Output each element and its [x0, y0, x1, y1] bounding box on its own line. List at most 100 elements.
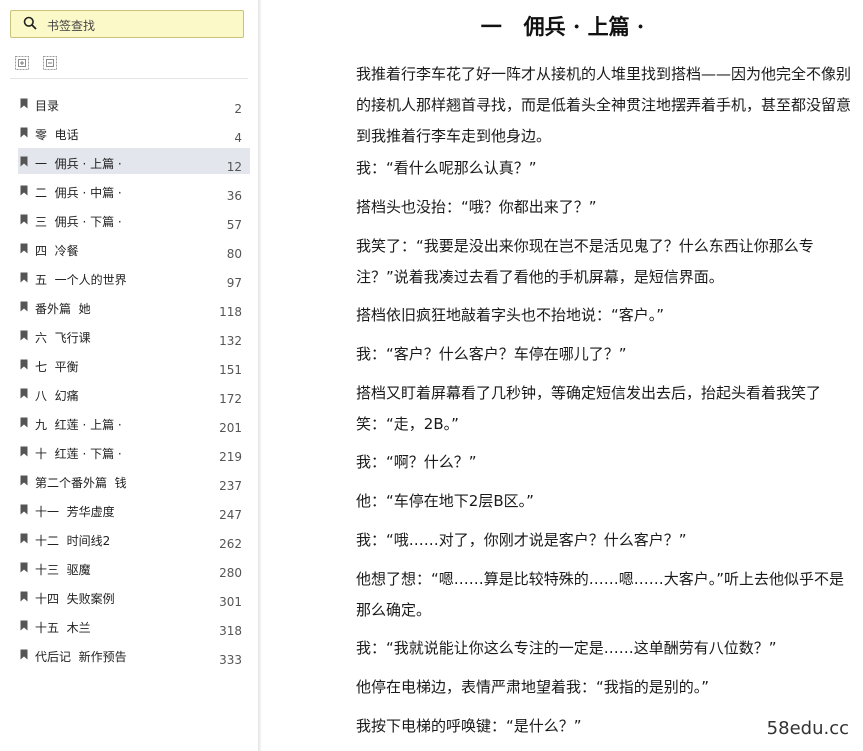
toc-item-page: 36 [226, 189, 242, 203]
bookmark-icon [20, 649, 28, 660]
toc-item[interactable]: 十二 时间线2 262 [18, 525, 250, 551]
toc-item-page: 2 [234, 102, 242, 116]
bookmark-icon [20, 301, 28, 312]
bookmark-icon [20, 591, 28, 602]
bookmark-icon [20, 156, 28, 167]
toc-item-page: 97 [226, 276, 242, 290]
bookmark-icon [20, 98, 28, 109]
watermark-text: 58edu.cc [766, 718, 849, 739]
paragraph: 他想了想：“嗯……算是比较特殊的……嗯……大客户。”听上去他似乎不是那么确定。 [356, 570, 845, 619]
toc-item-page: 333 [219, 653, 242, 667]
toc-item[interactable]: 九 红莲 · 上篇 · 201 [18, 409, 250, 435]
bookmark-icon [20, 388, 28, 399]
toc-item-page: 262 [219, 537, 242, 551]
bookmark-icon [20, 620, 28, 631]
bookmark-icon [20, 533, 28, 544]
toc-item[interactable]: 目录 2 [18, 90, 250, 116]
toc-item-label: 代后记 新作预告 [35, 650, 127, 664]
bookmark-icon [20, 504, 28, 515]
toc-item-label: 七 平衡 [35, 360, 79, 374]
toc-item[interactable]: 二 佣兵 · 中篇 · 36 [18, 177, 250, 203]
toc-item-page: 237 [219, 479, 242, 493]
bookmark-icon [20, 330, 28, 341]
toc-item[interactable]: 四 冷餐 80 [18, 235, 250, 261]
search-placeholder: 书签查找 [47, 19, 96, 33]
toc-item-page: 247 [219, 508, 242, 522]
expand-all-icon[interactable] [14, 55, 30, 71]
toc-item-label: 十二 时间线2 [35, 534, 111, 548]
chapter-title: 一 佣兵 · 上篇 · [480, 14, 645, 39]
toc-item-label: 二 佣兵 · 中篇 · [35, 186, 122, 200]
paragraph: 我：“哦……对了，你刚才说是客户？什么客户？” [356, 531, 687, 549]
toc-item-page: 280 [219, 566, 242, 580]
toc-item-label: 六 飞行课 [35, 331, 91, 345]
toc-item-label: 一 佣兵 · 上篇 · [35, 157, 122, 171]
bookmark-icon [20, 185, 28, 196]
bookmark-icon [20, 562, 28, 573]
toc-item-label: 九 红莲 · 上篇 · [35, 418, 122, 432]
paragraph: 他：“车停在地下2层B区。” [356, 492, 534, 510]
toc-item[interactable]: 六 飞行课 132 [18, 322, 250, 348]
toc-item[interactable]: 八 幻痛 172 [18, 380, 250, 406]
paragraph: 我：“啊？什么？” [356, 453, 477, 471]
toc-item-label: 五 一个人的世界 [35, 273, 127, 287]
toc-item-label: 目录 [35, 99, 60, 113]
toc-item-page: 201 [219, 421, 242, 435]
paragraph: 我：“客户？什么客户？车停在哪儿了？” [356, 345, 627, 363]
toc-item-page: 318 [219, 624, 242, 638]
bookmark-icon [20, 446, 28, 457]
paragraph: 搭档又盯着屏幕看了几秒钟，等确定短信发出去后，抬起头看着我笑了笑：“走，2B。” [356, 384, 822, 433]
toc-item-page: 219 [219, 450, 242, 464]
toc-item[interactable]: 一 佣兵 · 上篇 · 12 [18, 148, 250, 174]
toc-item[interactable]: 十五 木兰 318 [18, 612, 250, 638]
toc-item-label: 十 红莲 · 下篇 · [35, 447, 122, 461]
toc-item[interactable]: 十一 芳华虚度 247 [18, 496, 250, 522]
collapse-all-icon[interactable] [42, 55, 58, 71]
bookmark-icon [20, 214, 28, 225]
bookmark-search-input[interactable]: 书签查找 [10, 10, 244, 38]
toc-item-label: 十三 驱魔 [35, 563, 91, 577]
document-page: 一 佣兵 · 上篇 · 我推着行李车花了好一阵才从接机的人堆里找到搭档——因为他… [262, 0, 863, 751]
sidebar-divider [10, 78, 248, 79]
toc-item-page: 151 [219, 363, 242, 377]
bookmark-icon [20, 475, 28, 486]
toc-item-page: 4 [234, 131, 242, 145]
toc-item[interactable]: 七 平衡 151 [18, 351, 250, 377]
toc-item-label: 第二个番外篇 钱 [35, 476, 127, 490]
toc-item-page: 118 [219, 305, 242, 319]
bookmark-icon [20, 359, 28, 370]
toc-item-label: 十一 芳华虚度 [35, 505, 115, 519]
toc-item[interactable]: 十 红莲 · 下篇 · 219 [18, 438, 250, 464]
toc-item-label: 番外篇 她 [35, 302, 91, 316]
paragraph: 我推着行李车花了好一阵才从接机的人堆里找到搭档——因为他完全不像别的接机人那样翘… [356, 65, 852, 145]
toc-item-page: 132 [219, 334, 242, 348]
paragraph: 搭档依旧疯狂地敲着字头也不抬地说：“客户。” [356, 306, 665, 324]
paragraph: 我：“我就说能让你这么专注的一定是……这单酬劳有八位数？” [356, 639, 777, 657]
toc-item-page: 301 [219, 595, 242, 609]
bookmark-icon [20, 417, 28, 428]
toc-item-label: 零 电话 [35, 128, 79, 142]
toc-item-label: 四 冷餐 [35, 244, 79, 258]
toc-item[interactable]: 十三 驱魔 280 [18, 554, 250, 580]
toc-item-label: 八 幻痛 [35, 389, 79, 403]
paragraph: 我：“看什么呢那么认真？” [356, 159, 537, 177]
toc-item-page: 12 [226, 160, 242, 174]
toc-item-label: 十四 失败案例 [35, 592, 115, 606]
toc-item[interactable]: 三 佣兵 · 下篇 · 57 [18, 206, 250, 232]
bookmark-icon [20, 272, 28, 283]
toc-item[interactable]: 十四 失败案例 301 [18, 583, 250, 609]
toc-item-label: 三 佣兵 · 下篇 · [35, 215, 122, 229]
paragraph: 他停在电梯边，表情严肃地望着我：“我指的是别的。” [356, 678, 710, 696]
toc-item[interactable]: 代后记 新作预告 333 [18, 641, 250, 667]
bookmark-panel: 书签查找 目录 2 零 电话 4 一 佣兵 · 上篇 · 12 二 佣兵 · 中篇 · 36 三… [0, 0, 259, 751]
toc-item[interactable]: 五 一个人的世界 97 [18, 264, 250, 290]
search-icon [23, 16, 37, 30]
paragraph: 搭档头也没抬：“哦？你都出来了？” [356, 198, 597, 216]
toc-item[interactable]: 零 电话 4 [18, 119, 250, 145]
toc-item[interactable]: 第二个番外篇 钱 237 [18, 467, 250, 493]
bookmark-icon [20, 127, 28, 138]
toc-item-page: 57 [226, 218, 242, 232]
toc-item[interactable]: 番外篇 她 118 [18, 293, 250, 319]
bookmark-icon [20, 243, 28, 254]
toc-item-page: 172 [219, 392, 242, 406]
